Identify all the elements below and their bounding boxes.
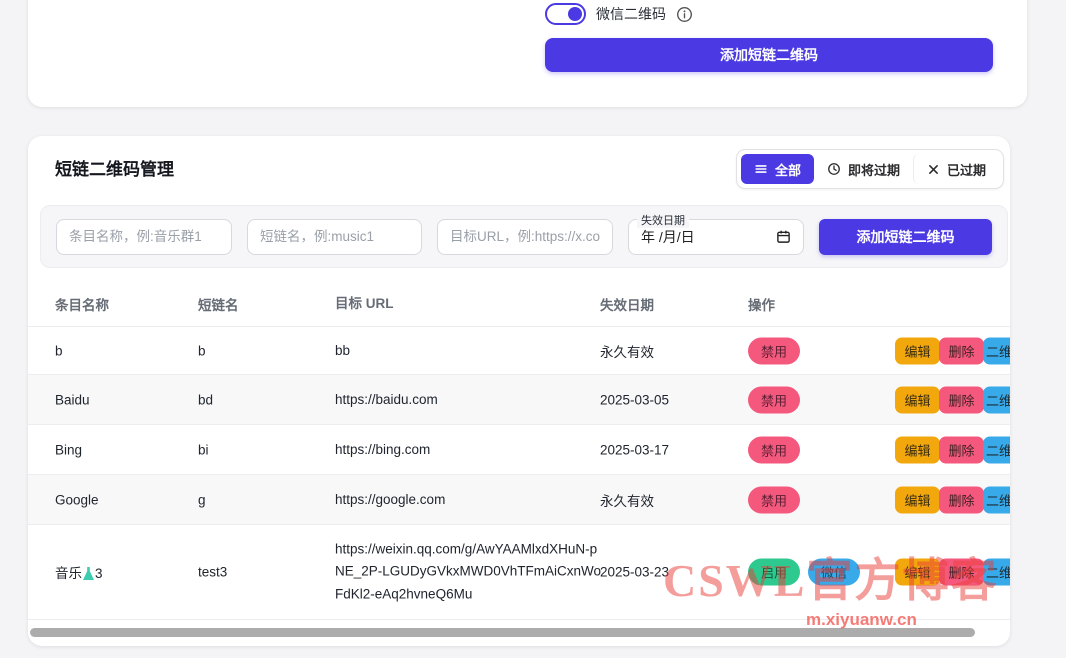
short-name: bd <box>198 392 328 407</box>
expiry-date: 2025-03-23 <box>600 565 745 580</box>
column-header: 目标 URL <box>335 293 605 315</box>
date-placeholder-value: 年 /月/日 <box>641 227 695 247</box>
filter-tab-all[interactable]: 全部 <box>741 154 814 184</box>
wechat-toggle-label: 微信二维码 <box>596 4 666 24</box>
entry-name: b <box>55 343 195 358</box>
status-badges: 启用微信 <box>748 559 893 586</box>
page-title: 短链二维码管理 <box>55 155 174 180</box>
status-badge[interactable]: 禁用 <box>748 337 800 364</box>
shortlink-manager-card: 短链二维码管理 全部 即将过期 已过期 失效日期 年 /月/日 添加短链二维码 条目… <box>28 136 1010 646</box>
status-badge[interactable]: 微信 <box>808 559 860 586</box>
edit-button[interactable]: 编辑 <box>895 436 940 463</box>
row-actions: 编辑删除二维码 <box>895 559 1010 586</box>
calendar-icon[interactable] <box>776 229 791 244</box>
short-name: test3 <box>198 565 328 580</box>
target-url: https://baidu.com <box>335 388 605 410</box>
filter-tab-label: 全部 <box>775 160 801 179</box>
row-actions: 编辑删除二维码 <box>895 386 1010 413</box>
status-badge[interactable]: 禁用 <box>748 436 800 463</box>
qrcode-button[interactable]: 二维码 <box>983 559 1010 586</box>
qrcode-button[interactable]: 二维码 <box>983 486 1010 513</box>
status-badges: 禁用 <box>748 486 893 513</box>
status-badges: 禁用 <box>748 337 893 364</box>
edit-button[interactable]: 编辑 <box>895 559 940 586</box>
expiry-date-label: 失效日期 <box>637 212 689 228</box>
row-actions: 编辑删除二维码 <box>895 337 1010 364</box>
expiry-date: 2025-03-17 <box>600 442 745 457</box>
list-icon <box>754 162 768 176</box>
entry-name-input[interactable] <box>56 219 232 255</box>
entry-name: Google <box>55 492 195 507</box>
delete-button[interactable]: 删除 <box>939 386 984 413</box>
target-url: https://google.com <box>335 488 605 510</box>
qrcode-button[interactable]: 二维码 <box>983 386 1010 413</box>
expiry-date: 永久有效 <box>600 341 745 361</box>
delete-button[interactable]: 删除 <box>939 486 984 513</box>
status-badges: 禁用 <box>748 386 893 413</box>
delete-button[interactable]: 删除 <box>939 559 984 586</box>
target-url: https://bing.com <box>335 438 605 460</box>
flask-emoji <box>83 567 94 580</box>
slug-input[interactable] <box>247 219 422 255</box>
clock-icon <box>827 162 841 176</box>
short-name: g <box>198 492 328 507</box>
delete-button[interactable]: 删除 <box>939 436 984 463</box>
shortlink-table-viewport: 条目名称短链名目标 URL失效日期操作 bbbb永久有效禁用编辑删除二维码Bai… <box>28 282 1010 624</box>
filter-tab-expired[interactable]: 已过期 <box>913 154 999 184</box>
edit-button[interactable]: 编辑 <box>895 486 940 513</box>
add-entry-panel: 失效日期 年 /月/日 添加短链二维码 <box>40 205 1008 268</box>
wechat-toggle-row: 微信二维码 <box>545 3 693 25</box>
table-row: Googleg https://google.com永久有效禁用 编辑删除二维码 <box>28 475 1010 525</box>
shortlink-table: 条目名称短链名目标 URL失效日期操作 bbbb永久有效禁用编辑删除二维码Bai… <box>28 282 1010 620</box>
expiry-date-field: 失效日期 年 /月/日 <box>628 219 804 255</box>
x-icon <box>927 163 940 176</box>
row-actions: 编辑删除二维码 <box>895 486 1010 513</box>
target-url: https://weixin.qq.com/g/AwYAAMlxdXHuN-pN… <box>335 539 605 606</box>
expiry-date: 2025-03-05 <box>600 392 745 407</box>
entry-name: 音乐3 <box>55 562 195 582</box>
filter-tab-group: 全部 即将过期 已过期 <box>736 149 1004 189</box>
qrcode-button[interactable]: 二维码 <box>983 436 1010 463</box>
entry-name: Baidu <box>55 392 195 407</box>
add-shortlink-qrcode-button[interactable]: 添加短链二维码 <box>545 38 993 72</box>
column-header: 条目名称 <box>55 294 195 314</box>
column-header: 失效日期 <box>600 294 745 314</box>
status-badges: 禁用 <box>748 436 893 463</box>
table-row: bbbb永久有效禁用编辑删除二维码 <box>28 327 1010 375</box>
filter-tab-expiring[interactable]: 即将过期 <box>814 154 913 184</box>
edit-button[interactable]: 编辑 <box>895 386 940 413</box>
table-header-row: 条目名称短链名目标 URL失效日期操作 <box>28 282 1010 327</box>
filter-tab-label: 即将过期 <box>848 160 900 179</box>
wechat-qrcode-toggle[interactable] <box>545 3 586 25</box>
entry-name: Bing <box>55 442 195 457</box>
target-url: bb <box>335 339 605 361</box>
table-body: bbbb永久有效禁用编辑删除二维码Baidubdhttps://baidu.co… <box>28 327 1010 620</box>
status-badge[interactable]: 启用 <box>748 559 800 586</box>
add-qrcode-card: 微信二维码 添加短链二维码 <box>28 0 1027 107</box>
table-row: Baidubd https://baidu.com2025-03-05禁用 编辑删除… <box>28 375 1010 425</box>
add-shortlink-qrcode-submit-button[interactable]: 添加短链二维码 <box>819 219 992 255</box>
filter-tab-label: 已过期 <box>947 160 986 179</box>
short-name: b <box>198 343 328 358</box>
table-row: 音乐3test3 https://weixin.qq.com/g/AwYAAMlx… <box>28 525 1010 620</box>
info-icon[interactable] <box>676 6 693 23</box>
column-header: 操作 <box>748 294 893 314</box>
delete-button[interactable]: 删除 <box>939 337 984 364</box>
short-name: bi <box>198 442 328 457</box>
status-badge[interactable]: 禁用 <box>748 386 800 413</box>
edit-button[interactable]: 编辑 <box>895 337 940 364</box>
target-url-input[interactable] <box>437 219 613 255</box>
row-actions: 编辑删除二维码 <box>895 436 1010 463</box>
qrcode-button[interactable]: 二维码 <box>983 337 1010 364</box>
expiry-date: 永久有效 <box>600 490 745 510</box>
status-badge[interactable]: 禁用 <box>748 486 800 513</box>
table-row: Bingbi https://bing.com2025-03-17禁用 编辑删除二维… <box>28 425 1010 475</box>
column-header: 短链名 <box>198 294 328 314</box>
horizontal-scrollbar-thumb[interactable] <box>30 628 975 637</box>
toggle-knob <box>568 7 582 21</box>
